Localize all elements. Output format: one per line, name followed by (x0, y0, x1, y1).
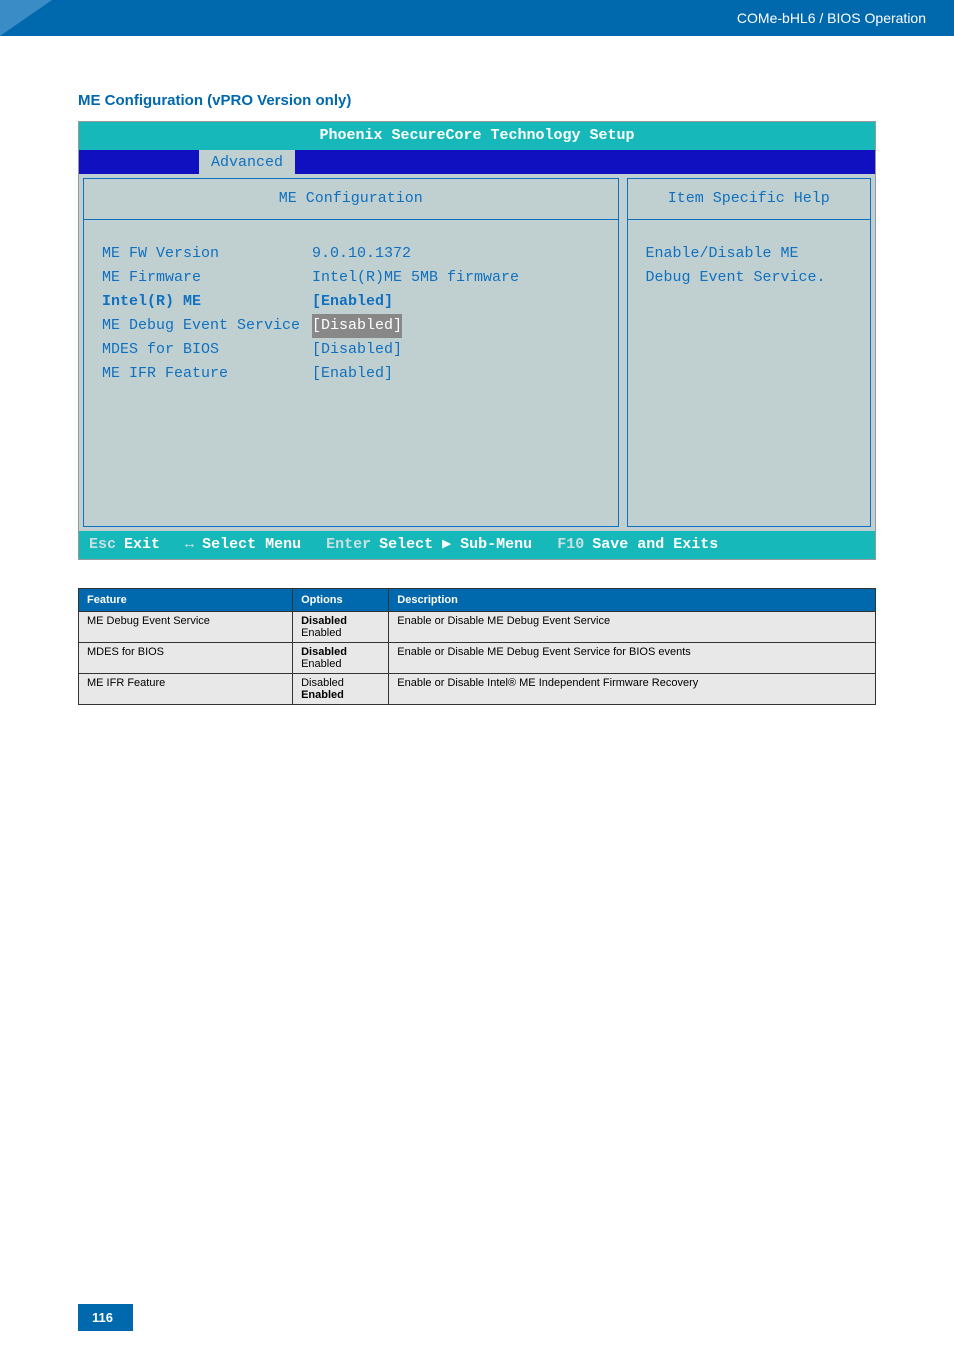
table-row: ME IFR Feature Disabled Enabled Enable o… (79, 674, 876, 705)
opt: Enabled (301, 627, 341, 639)
tab-spacer (79, 150, 199, 174)
bios-left-content: ME FW Version 9.0.10.1372 ME Firmware In… (84, 220, 618, 526)
bios-key: ME IFR Feature (102, 362, 312, 386)
bios-val-selected[interactable]: [Disabled] (312, 314, 402, 338)
bios-tab-bar: Advanced (79, 150, 875, 174)
bios-key: Intel(R) ME (102, 290, 312, 314)
page-content: ME Configuration (vPRO Version only) Pho… (0, 36, 954, 705)
bios-row: ME Firmware Intel(R)ME 5MB firmware (102, 266, 600, 290)
bios-right-content: Enable/Disable ME Debug Event Service. (628, 220, 871, 430)
table-row: ME Debug Event Service Disabled Enabled … (79, 612, 876, 643)
opt-default: Disabled (301, 646, 347, 658)
td-desc: Enable or Disable Intel® ME Independent … (389, 674, 876, 705)
bios-val: [Enabled] (312, 362, 393, 386)
footer-key-enter: Enter (326, 533, 371, 557)
bios-val: 9.0.10.1372 (312, 242, 411, 266)
table-header-row: Feature Options Description (79, 589, 876, 612)
bios-val: Intel(R)ME 5MB firmware (312, 266, 519, 290)
td-desc: Enable or Disable ME Debug Event Service (389, 612, 876, 643)
opt: Enabled (301, 658, 341, 670)
help-line: Enable/Disable ME (646, 242, 853, 266)
td-options: Disabled Enabled (293, 674, 389, 705)
td-feature: ME IFR Feature (79, 674, 293, 705)
bios-row[interactable]: ME Debug Event Service [Disabled] (102, 314, 600, 338)
opt-default: Enabled (301, 689, 344, 701)
bios-val: [Disabled] (312, 338, 402, 362)
footer-key-esc: Esc (89, 533, 116, 557)
td-feature: ME Debug Event Service (79, 612, 293, 643)
th-description: Description (389, 589, 876, 612)
table-row: MDES for BIOS Disabled Enabled Enable or… (79, 643, 876, 674)
td-desc: Enable or Disable ME Debug Event Service… (389, 643, 876, 674)
bios-row[interactable]: ME IFR Feature [Enabled] (102, 362, 600, 386)
footer-action-submenu: Select ▶ Sub-Menu (379, 533, 532, 557)
bios-right-header: Item Specific Help (628, 179, 871, 220)
bios-row[interactable]: MDES for BIOS [Disabled] (102, 338, 600, 362)
footer-action-select-menu: Select Menu (202, 533, 301, 557)
bios-screenshot: Phoenix SecureCore Technology Setup Adva… (78, 121, 876, 560)
bios-key: ME Firmware (102, 266, 312, 290)
bios-row: Intel(R) ME [Enabled] (102, 290, 600, 314)
bios-val: [Enabled] (312, 290, 393, 314)
feature-table: Feature Options Description ME Debug Eve… (78, 588, 876, 705)
opt-default: Disabled (301, 615, 347, 627)
tab-advanced[interactable]: Advanced (199, 150, 295, 174)
bios-right-pane: Item Specific Help Enable/Disable ME Deb… (627, 178, 872, 527)
th-options: Options (293, 589, 389, 612)
th-feature: Feature (79, 589, 293, 612)
footer-action-save: Save and Exits (592, 533, 718, 557)
bios-left-pane: ME Configuration ME FW Version 9.0.10.13… (83, 178, 619, 527)
td-feature: MDES for BIOS (79, 643, 293, 674)
bios-title: Phoenix SecureCore Technology Setup (79, 122, 875, 150)
bios-key: ME Debug Event Service (102, 314, 312, 338)
td-options: Disabled Enabled (293, 612, 389, 643)
footer-key-f10: F10 (557, 533, 584, 557)
td-options: Disabled Enabled (293, 643, 389, 674)
footer-key-arrows: ↔ (185, 533, 194, 557)
corner-tab-graphic (0, 0, 52, 36)
bios-key: MDES for BIOS (102, 338, 312, 362)
help-line: Debug Event Service. (646, 266, 853, 290)
breadcrumb: COMe-bHL6 / BIOS Operation (737, 10, 926, 26)
opt: Disabled (301, 677, 344, 689)
bios-body: ME Configuration ME FW Version 9.0.10.13… (79, 174, 875, 531)
bios-left-header: ME Configuration (84, 179, 618, 220)
bios-key: ME FW Version (102, 242, 312, 266)
header-bar: COMe-bHL6 / BIOS Operation (0, 0, 954, 36)
footer-action-exit: Exit (124, 533, 160, 557)
section-title: ME Configuration (vPRO Version only) (78, 92, 876, 109)
bios-row: ME FW Version 9.0.10.1372 (102, 242, 600, 266)
page-number: 116 (78, 1304, 133, 1331)
bios-footer: Esc Exit ↔ Select Menu Enter Select ▶ Su… (79, 531, 875, 559)
page-footer: 116 (78, 1309, 133, 1327)
